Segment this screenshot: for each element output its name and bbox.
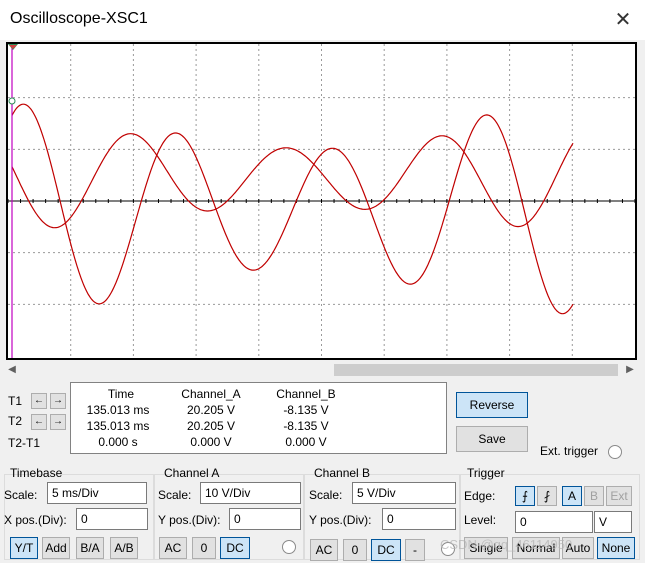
channel-b-scale-field[interactable]: 5 V/Div	[352, 482, 456, 504]
save-button[interactable]: Save	[456, 426, 528, 452]
readout-diff-channel-a: 0.000 V	[190, 435, 232, 449]
readout-t1-channel-b: -8.135 V	[283, 403, 329, 417]
t2-t1-label: T2-T1	[8, 436, 41, 450]
channel-b-minus-button[interactable]: -	[405, 539, 425, 561]
channel-a-title: Channel A	[164, 466, 220, 480]
watermark: CSDN @qq_46114950	[440, 537, 573, 552]
timebase-scale-field[interactable]: 5 ms/Div	[47, 482, 147, 504]
readout-header-channel-b: Channel_B	[276, 387, 336, 401]
channel-a-zero-button[interactable]: 0	[192, 537, 216, 559]
t1-left-button[interactable]: ←	[31, 393, 47, 409]
t2-left-button[interactable]: ←	[31, 414, 47, 430]
channel-b-title: Channel B	[314, 466, 371, 480]
xpos-field[interactable]: 0	[76, 508, 148, 530]
ext-trigger-label: Ext. trigger	[540, 444, 599, 458]
scroll-right-icon[interactable]: ▶	[622, 362, 638, 378]
timebase-title: Timebase	[10, 466, 63, 480]
readout-t2-time: 135.013 ms	[86, 419, 150, 433]
timebase-scale-label: Scale:	[4, 488, 38, 502]
readout-diff-time: 0.000 s	[98, 435, 138, 449]
trigger-none-button[interactable]: None	[597, 537, 635, 559]
t2-right-button[interactable]: →	[50, 414, 66, 430]
measurement-readout: Time Channel_A Channel_B 135.013 ms 20.2…	[70, 382, 447, 454]
trigger-source-ext-button[interactable]: Ext	[606, 486, 632, 506]
t1-label: T1	[8, 394, 23, 408]
trigger-rising-edge-icon[interactable]: ⨍	[515, 486, 535, 506]
readout-header-channel-a: Channel_A	[181, 387, 241, 401]
channel-a-dc-button[interactable]: DC	[220, 537, 250, 559]
channel-b-ac-button[interactable]: AC	[310, 539, 338, 561]
channel-b-zero-button[interactable]: 0	[343, 539, 367, 561]
channel-a-ac-button[interactable]: AC	[159, 537, 187, 559]
channel-b-dc-button[interactable]: DC	[371, 539, 401, 561]
trigger-edge-label: Edge:	[464, 489, 496, 503]
trigger-level-field[interactable]: 0	[515, 511, 593, 533]
readout-header-time: Time	[107, 387, 135, 401]
channel-b-ypos-field[interactable]: 0	[382, 508, 456, 530]
mode-add-button[interactable]: Add	[42, 537, 70, 559]
scroll-left-icon[interactable]: ◀	[4, 362, 20, 378]
trigger-level-label: Level:	[464, 513, 497, 527]
trigger-level-unit[interactable]: V	[594, 511, 632, 533]
trigger-source-b-button[interactable]: B	[584, 486, 604, 506]
channel-b-scale-label: Scale:	[309, 488, 343, 502]
mode-b-over-a-button[interactable]: B/A	[76, 537, 104, 559]
channel-marker	[8, 97, 16, 105]
trigger-title: Trigger	[467, 466, 505, 480]
readout-t2-channel-a: 20.205 V	[186, 419, 236, 433]
channel-a-scale-label: Scale:	[158, 488, 192, 502]
readout-t1-time: 135.013 ms	[86, 403, 150, 417]
scope-display[interactable]	[8, 44, 635, 358]
xpos-label: X pos.(Div):	[4, 513, 67, 527]
channel-b-ypos-label: Y pos.(Div):	[309, 513, 372, 527]
channel-a-ypos-label: Y pos.(Div):	[158, 513, 221, 527]
mode-yt-button[interactable]: Y/T	[10, 537, 38, 559]
close-icon[interactable]: ✕	[609, 6, 637, 34]
window-title: Oscilloscope-XSC1	[10, 10, 148, 27]
readout-t2-channel-b: -8.135 V	[283, 419, 329, 433]
ext-trigger-terminal[interactable]	[608, 445, 622, 459]
channel-a-terminal[interactable]	[282, 540, 296, 554]
trigger-source-a-button[interactable]: A	[562, 486, 582, 506]
reverse-button[interactable]: Reverse	[456, 392, 528, 418]
trigger-falling-edge-icon[interactable]: ⨏	[537, 486, 557, 506]
scroll-thumb[interactable]	[334, 364, 618, 376]
t2-label: T2	[8, 414, 23, 428]
t1-right-button[interactable]: →	[50, 393, 66, 409]
channel-a-ypos-field[interactable]: 0	[229, 508, 301, 530]
mode-a-over-b-button[interactable]: A/B	[110, 537, 138, 559]
channel-a-scale-field[interactable]: 10 V/Div	[200, 482, 301, 504]
readout-t1-channel-a: 20.205 V	[186, 403, 236, 417]
readout-diff-channel-b: 0.000 V	[285, 435, 327, 449]
